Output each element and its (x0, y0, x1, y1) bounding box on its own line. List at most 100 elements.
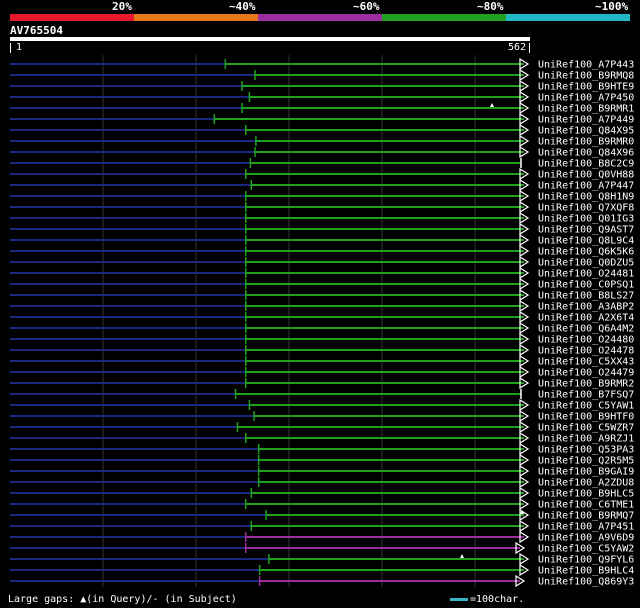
hit-row[interactable]: UniRef100_Q7XQF8 (10, 200, 634, 214)
hit-row[interactable]: UniRef100_A7P443 (10, 57, 634, 71)
hit-label[interactable]: UniRef100_Q53PA3 (538, 445, 634, 456)
hit-label[interactable]: UniRef100_O24478 (538, 346, 634, 357)
hit-row[interactable]: UniRef100_Q6K5K6 (10, 244, 634, 258)
hit-row[interactable]: UniRef100_B9RMR0 (10, 134, 634, 148)
query-end-label: 562 (508, 42, 527, 53)
hit-label[interactable]: UniRef100_Q9FYL6 (538, 555, 634, 566)
hit-label[interactable]: UniRef100_O24481 (538, 269, 634, 280)
hit-row[interactable]: UniRef100_B9RMQ7 (10, 508, 634, 522)
hit-row[interactable]: UniRef100_A3ABP2 (10, 299, 634, 313)
hit-label[interactable]: UniRef100_B9RMR2 (538, 379, 634, 390)
hit-row[interactable]: UniRef100_A9RZJ1 (10, 431, 634, 445)
hit-label[interactable]: UniRef100_C5YAW2 (538, 544, 634, 555)
hit-label[interactable]: UniRef100_A9V6D9 (538, 533, 634, 544)
query-start-label: 1 (16, 42, 23, 53)
hit-label[interactable]: UniRef100_Q869Y3 (538, 577, 634, 588)
hit-row[interactable]: UniRef100_Q2R5M5 (10, 453, 634, 467)
hit-row[interactable]: UniRef100_A7P447 (10, 178, 634, 192)
hit-row[interactable]: UniRef100_B7FSQ7 (10, 389, 634, 401)
hit-label[interactable]: UniRef100_A9RZJ1 (538, 434, 634, 445)
hit-label[interactable]: UniRef100_C6TME1 (538, 500, 634, 511)
hit-row[interactable]: UniRef100_Q6A4M2 (10, 321, 634, 335)
hit-row[interactable]: UniRef100_B9HLC5 (10, 486, 634, 500)
hit-row[interactable]: UniRef100_O24479 (10, 365, 634, 379)
hit-label[interactable]: UniRef100_B9RMQ8 (538, 71, 634, 82)
hit-label[interactable]: UniRef100_Q0DZU5 (538, 258, 634, 269)
legend-label-60: ~60% (353, 0, 380, 13)
hit-row[interactable]: UniRef100_C5YAW2 (10, 541, 634, 555)
hit-row[interactable]: UniRef100_Q0VH88 (10, 167, 634, 181)
hit-label[interactable]: UniRef100_Q01IG3 (538, 214, 634, 225)
hit-row[interactable]: UniRef100_B9HTF0 (10, 409, 634, 423)
hit-row[interactable]: UniRef100_A7P450 (10, 90, 634, 104)
hit-label[interactable]: UniRef100_Q7XQF8 (538, 203, 634, 214)
hit-label[interactable]: UniRef100_B9HLC5 (538, 489, 634, 500)
hit-label[interactable]: UniRef100_A2X6T4 (538, 313, 634, 324)
hit-label[interactable]: UniRef100_B9HTE9 (538, 82, 634, 93)
hit-row[interactable]: UniRef100_B9RMR2 (10, 376, 634, 390)
hit-row[interactable]: UniRef100_A2X6T4 (10, 310, 634, 324)
hit-row[interactable]: UniRef100_Q9AST7 (10, 222, 634, 236)
hit-row[interactable]: UniRef100_C6TME1 (10, 497, 634, 511)
hit-label[interactable]: UniRef100_O24480 (538, 335, 634, 346)
hit-label[interactable]: UniRef100_B9RMR1 (538, 104, 634, 115)
hit-row[interactable]: UniRef100_Q53PA3 (10, 442, 634, 456)
hit-label[interactable]: UniRef100_B9RMQ7 (538, 511, 634, 522)
hit-label[interactable]: UniRef100_Q8L9C4 (538, 236, 634, 247)
hit-row[interactable]: UniRef100_Q84X96 (10, 145, 634, 159)
hit-row[interactable]: UniRef100_B8LS27 (10, 288, 634, 302)
hit-row[interactable]: UniRef100_C5YAW1 (10, 398, 634, 412)
hit-row[interactable]: UniRef100_B9HTE9 (10, 79, 634, 93)
hit-row[interactable]: UniRef100_Q0DZU5 (10, 255, 634, 269)
hit-row[interactable]: UniRef100_Q869Y3 (10, 574, 634, 588)
hit-label[interactable]: UniRef100_B8C2C9 (538, 159, 634, 170)
hit-row[interactable]: UniRef100_A2ZDU8 (10, 475, 634, 489)
hit-label[interactable]: UniRef100_Q84X96 (538, 148, 634, 159)
hit-label[interactable]: UniRef100_C5YAW1 (538, 401, 634, 412)
hit-label[interactable]: UniRef100_Q9AST7 (538, 225, 634, 236)
hit-label[interactable]: UniRef100_A3ABP2 (538, 302, 634, 313)
hit-label[interactable]: UniRef100_A2ZDU8 (538, 478, 634, 489)
hit-row[interactable]: UniRef100_B9RMQ8 (10, 68, 634, 82)
hit-label[interactable]: UniRef100_A7P443 (538, 60, 634, 71)
hit-row[interactable]: UniRef100_C5WZR7 (10, 420, 634, 434)
legend-segment-60 (258, 14, 382, 21)
hit-row[interactable]: UniRef100_B9RMR1 (10, 101, 634, 115)
hit-row[interactable]: UniRef100_B8C2C9 (10, 158, 634, 170)
hit-label[interactable]: UniRef100_A7P450 (538, 93, 634, 104)
hit-label[interactable]: UniRef100_A7P449 (538, 115, 634, 126)
hit-label[interactable]: UniRef100_C0PSQ1 (538, 280, 634, 291)
hit-label[interactable]: UniRef100_A7P447 (538, 181, 634, 192)
hit-label[interactable]: UniRef100_B9GAI9 (538, 467, 634, 478)
hit-row[interactable]: UniRef100_C5XX43 (10, 354, 634, 368)
hit-label[interactable]: UniRef100_C5XX43 (538, 357, 634, 368)
hit-row[interactable]: UniRef100_Q9FYL6 (10, 552, 634, 566)
hit-label[interactable]: UniRef100_B8LS27 (538, 291, 634, 302)
hit-label[interactable]: UniRef100_O24479 (538, 368, 634, 379)
hit-row[interactable]: UniRef100_C0PSQ1 (10, 277, 634, 291)
hit-label[interactable]: UniRef100_A7P451 (538, 522, 634, 533)
hit-label[interactable]: UniRef100_B9HLC4 (538, 566, 634, 577)
hit-label[interactable]: UniRef100_Q2R5M5 (538, 456, 634, 467)
hit-label[interactable]: UniRef100_B7FSQ7 (538, 390, 634, 401)
hit-row[interactable]: UniRef100_Q8H1N9 (10, 189, 634, 203)
hit-row[interactable]: UniRef100_B9HLC4 (10, 563, 634, 577)
hit-row[interactable]: UniRef100_O24480 (10, 332, 634, 346)
hit-row[interactable]: UniRef100_O24478 (10, 343, 634, 357)
hit-label[interactable]: UniRef100_Q6K5K6 (538, 247, 634, 258)
hit-label[interactable]: UniRef100_B9HTF0 (538, 412, 634, 423)
hit-row[interactable]: UniRef100_A7P449 (10, 112, 634, 126)
hit-row[interactable]: UniRef100_B9GAI9 (10, 464, 634, 478)
hit-row[interactable]: UniRef100_Q84X95 (10, 123, 634, 137)
hit-label[interactable]: UniRef100_Q6A4M2 (538, 324, 634, 335)
hit-label[interactable]: UniRef100_B9RMR0 (538, 137, 634, 148)
hit-row[interactable]: UniRef100_Q01IG3 (10, 211, 634, 225)
hit-row[interactable]: UniRef100_A7P451 (10, 519, 634, 533)
hit-label[interactable]: UniRef100_Q8H1N9 (538, 192, 634, 203)
hit-row[interactable]: UniRef100_O24481 (10, 266, 634, 280)
hit-label[interactable]: UniRef100_Q0VH88 (538, 170, 634, 181)
hit-label[interactable]: UniRef100_C5WZR7 (538, 423, 634, 434)
hit-row[interactable]: UniRef100_Q8L9C4 (10, 233, 634, 247)
hit-row[interactable]: UniRef100_A9V6D9 (10, 530, 634, 544)
hit-label[interactable]: UniRef100_Q84X95 (538, 126, 634, 137)
